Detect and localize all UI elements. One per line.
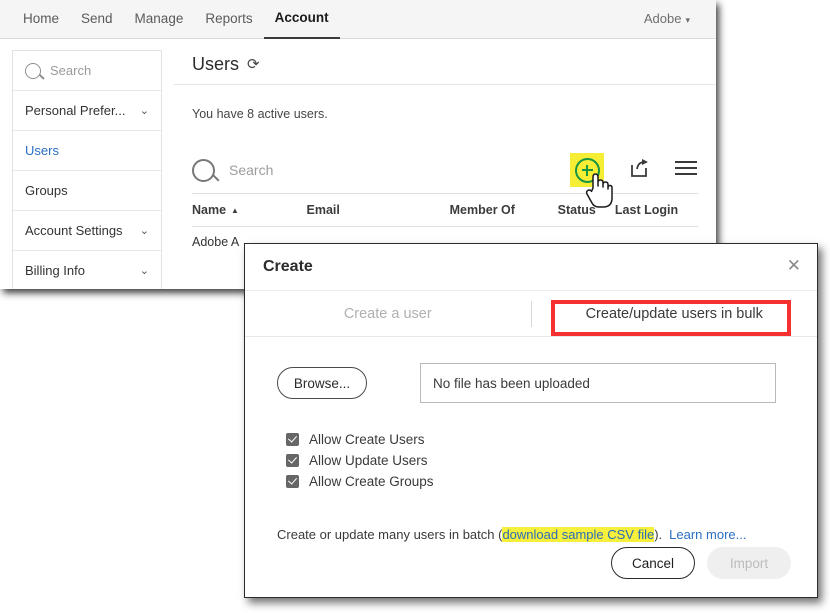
file-upload-row: Browse... No file has been uploaded xyxy=(277,363,785,403)
file-name-field[interactable]: No file has been uploaded xyxy=(420,363,776,403)
hamburger-menu-icon[interactable] xyxy=(674,159,698,182)
add-user-button[interactable] xyxy=(570,153,604,187)
browse-button[interactable]: Browse... xyxy=(277,367,367,399)
chevron-down-icon: ▾ xyxy=(685,14,690,25)
dialog-header: Create ✕ xyxy=(245,244,817,291)
create-dialog: Create ✕ Create a user Create/update use… xyxy=(244,243,818,598)
dialog-title: Create xyxy=(263,258,313,275)
checkbox-label: Allow Create Users xyxy=(309,432,425,447)
refresh-icon[interactable]: ⟳ xyxy=(247,55,260,73)
checkbox-row-allow-create-groups[interactable]: Allow Create Groups xyxy=(286,471,785,492)
sidebar-item-label: Users xyxy=(25,143,59,158)
column-header-member-of[interactable]: Member Of xyxy=(450,203,558,217)
cancel-button[interactable]: Cancel xyxy=(611,547,695,579)
checkbox-checked-icon[interactable] xyxy=(286,475,299,488)
checkbox-row-allow-create-users[interactable]: Allow Create Users xyxy=(286,429,785,450)
nav-item-reports[interactable]: Reports xyxy=(194,0,263,38)
table-toolbar xyxy=(192,147,698,194)
column-label: Name xyxy=(192,203,227,217)
nav-item-home[interactable]: Home xyxy=(12,0,70,38)
sidebar-item-groups[interactable]: Groups xyxy=(13,171,161,211)
sidebar-item-label: Personal Prefer... xyxy=(25,103,126,118)
checkbox-checked-icon[interactable] xyxy=(286,433,299,446)
import-button: Import xyxy=(707,547,791,579)
download-sample-csv-link[interactable]: download sample CSV file xyxy=(502,527,655,542)
learn-more-link[interactable]: Learn more... xyxy=(669,527,746,542)
share-icon[interactable] xyxy=(628,157,650,184)
top-navigation-bar: Home Send Manage Reports Account Adobe ▾ xyxy=(0,0,716,39)
sidebar-item-users[interactable]: Users xyxy=(13,131,161,171)
sidebar-item-account-settings[interactable]: Account Settings ⌄ xyxy=(13,211,161,251)
page-header: Users ⟳ xyxy=(174,44,716,85)
column-header-last-login[interactable]: Last Login xyxy=(615,203,698,217)
dialog-body: Browse... No file has been uploaded Allo… xyxy=(245,363,817,542)
account-menu-button[interactable]: Adobe ▾ xyxy=(644,0,690,38)
sidebar-item-label: Groups xyxy=(25,183,68,198)
search-input[interactable] xyxy=(227,161,531,179)
checkbox-row-allow-update-users[interactable]: Allow Update Users xyxy=(286,450,785,471)
column-header-status[interactable]: Status xyxy=(558,203,615,217)
sidebar-search[interactable]: Search xyxy=(13,51,161,91)
batch-note-prefix: Create or update many users in batch ( xyxy=(277,527,503,542)
sidebar-item-label: Billing Info xyxy=(25,263,85,278)
tab-create-a-user[interactable]: Create a user xyxy=(245,306,531,322)
permissions-list: Allow Create Users Allow Update Users Al… xyxy=(286,429,785,492)
toolbar-icons xyxy=(570,153,698,187)
checkbox-checked-icon[interactable] xyxy=(286,454,299,467)
checkbox-label: Allow Create Groups xyxy=(309,474,434,489)
column-header-email[interactable]: Email xyxy=(307,203,450,217)
chevron-down-icon: ⌄ xyxy=(139,225,149,237)
sidebar-search-placeholder: Search xyxy=(50,63,92,78)
sidebar-item-billing-info[interactable]: Billing Info ⌄ xyxy=(13,251,161,289)
sort-ascending-icon: ▲ xyxy=(231,206,239,216)
page-title: Users xyxy=(192,53,240,74)
top-nav-items: Home Send Manage Reports Account xyxy=(12,0,340,39)
close-icon[interactable]: ✕ xyxy=(787,257,801,275)
sidebar: Search Personal Prefer... ⌄ Users Groups… xyxy=(12,50,162,289)
search-icon xyxy=(192,158,215,182)
nav-item-send[interactable]: Send xyxy=(70,0,124,38)
active-users-status: You have 8 active users. xyxy=(192,107,328,121)
chevron-down-icon: ⌄ xyxy=(139,105,149,117)
chevron-down-icon: ⌄ xyxy=(139,265,149,277)
account-menu-label: Adobe xyxy=(643,11,682,26)
sidebar-item-personal-preferences[interactable]: Personal Prefer... ⌄ xyxy=(13,91,161,131)
dialog-footer: Cancel Import xyxy=(611,547,791,579)
sidebar-item-label: Account Settings xyxy=(25,223,123,238)
checkbox-label: Allow Update Users xyxy=(309,453,428,468)
dialog-tabs: Create a user Create/update users in bul… xyxy=(245,291,817,337)
table-header-row: Name ▲ Email Member Of Status Last Login xyxy=(192,194,698,227)
batch-note-suffix: ). xyxy=(654,527,663,542)
batch-note: Create or update many users in batch (do… xyxy=(277,527,785,542)
tab-create-update-users-in-bulk[interactable]: Create/update users in bulk xyxy=(532,306,818,322)
plus-circle-icon xyxy=(574,157,600,183)
nav-item-manage[interactable]: Manage xyxy=(124,0,195,38)
nav-item-account[interactable]: Account xyxy=(263,0,340,39)
search-icon xyxy=(25,62,41,79)
column-header-name[interactable]: Name ▲ xyxy=(192,203,307,217)
